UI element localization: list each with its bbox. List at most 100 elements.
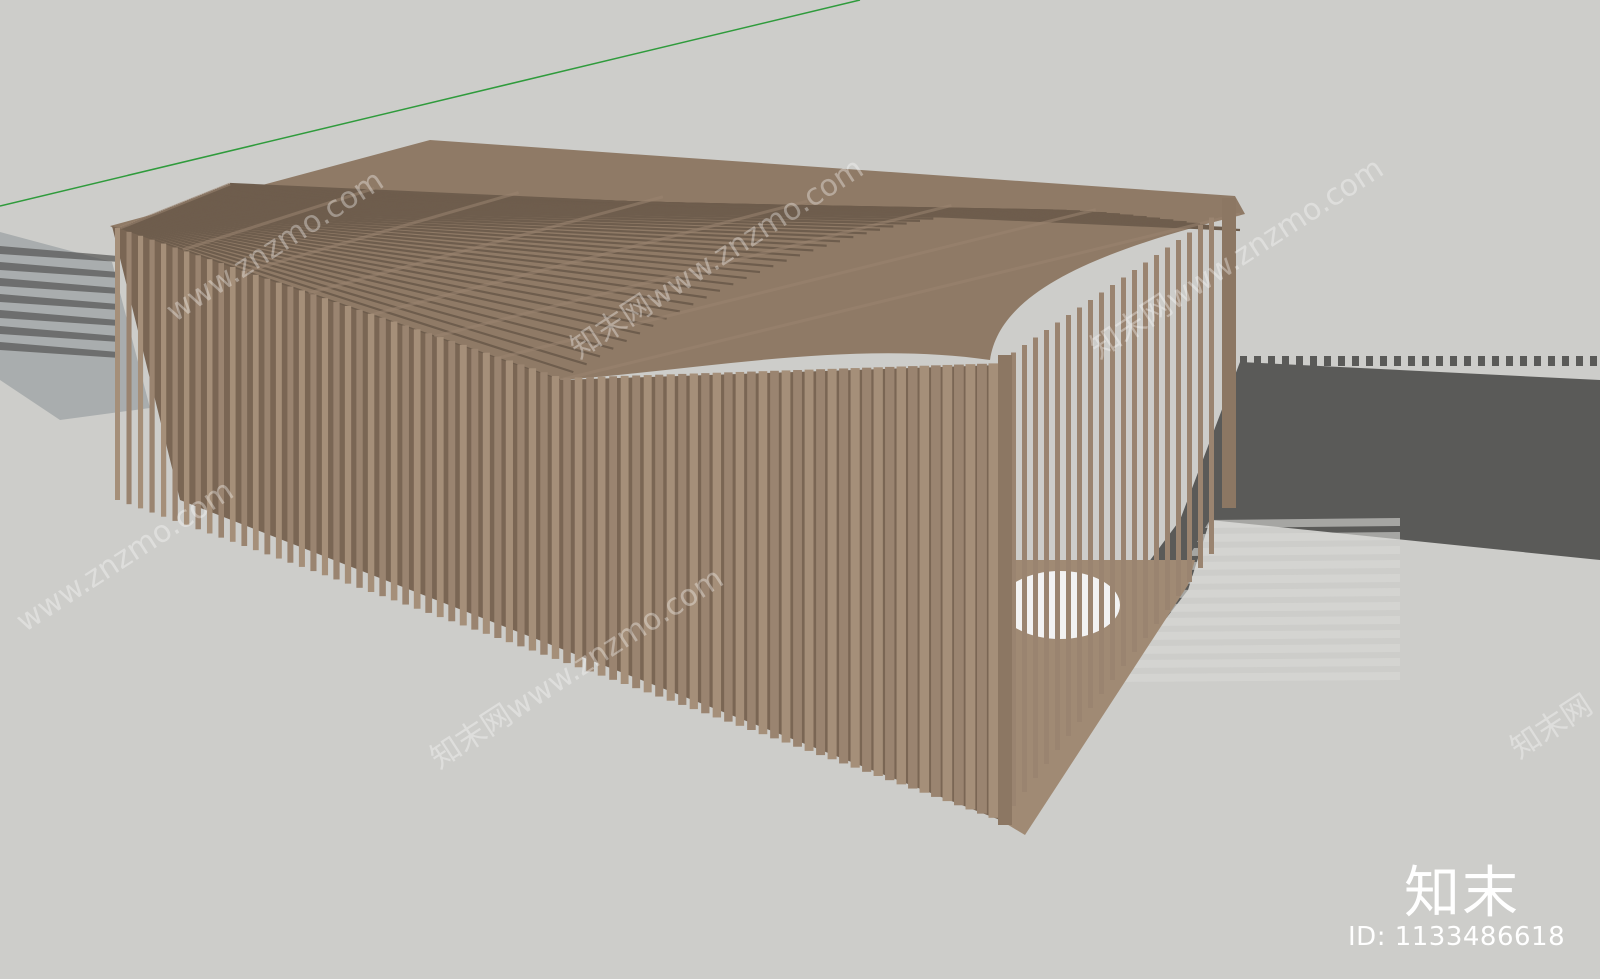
shadow-tooth <box>1562 356 1569 366</box>
front-slat <box>862 367 872 772</box>
front-slat <box>816 369 826 756</box>
front-slat <box>988 363 999 818</box>
front-slat <box>942 364 953 802</box>
shadow-stripe <box>1181 560 1400 570</box>
front-slat <box>666 374 675 701</box>
front-slat <box>827 368 837 760</box>
end-slat <box>1099 292 1104 694</box>
front-slat <box>264 278 271 555</box>
front-slat <box>321 298 329 576</box>
front-slat <box>448 340 456 622</box>
front-slat <box>149 239 155 513</box>
shadow-tooth <box>1548 356 1555 366</box>
end-slat <box>1044 330 1049 764</box>
front-slat <box>413 329 421 609</box>
front-slat <box>310 294 317 572</box>
shadow-stripe <box>1173 574 1400 584</box>
end-slat <box>1088 300 1093 708</box>
front-slat <box>195 255 201 530</box>
shadow-tooth <box>1352 356 1359 366</box>
front-slat <box>620 375 629 684</box>
model-viewport[interactable]: www.znzmo.com 知末网www.znzmo.com 知末网www.zn… <box>0 0 1600 979</box>
front-slat <box>850 368 860 768</box>
end-slat <box>1121 277 1126 666</box>
front-slat <box>333 302 340 580</box>
front-slat <box>356 309 363 588</box>
brand-logo: 知末 <box>1404 861 1520 926</box>
front-slat <box>758 371 768 735</box>
front-slat <box>528 368 537 651</box>
front-slat <box>563 377 571 664</box>
front-slat <box>965 364 976 810</box>
shadow-tooth <box>1520 356 1527 366</box>
front-slat <box>724 372 733 722</box>
front-slat <box>919 365 930 793</box>
front-slat <box>712 372 722 718</box>
end-slat <box>1143 262 1148 638</box>
front-slat <box>229 266 236 542</box>
front-slat <box>126 231 132 505</box>
front-slat <box>770 370 779 739</box>
front-slat <box>160 243 167 517</box>
shadow-stripe <box>1133 644 1400 654</box>
end-slat <box>1033 337 1038 778</box>
shadow-tooth <box>1464 356 1471 366</box>
front-slat <box>241 270 248 546</box>
front-slat <box>931 365 941 797</box>
shadow-tooth <box>1268 356 1275 366</box>
end-slat <box>1165 247 1170 610</box>
shadow-tooth <box>1590 356 1597 366</box>
front-slat <box>402 325 409 605</box>
front-slat <box>206 259 213 534</box>
slatted-pavilion-model <box>110 140 1245 835</box>
end-slat <box>1198 225 1203 568</box>
shadow-stripe <box>1197 532 1400 542</box>
front-slat <box>551 376 560 659</box>
front-slat <box>574 377 583 668</box>
end-slat <box>1187 232 1192 582</box>
shadow-tooth <box>1366 356 1373 366</box>
end-slat <box>1077 307 1082 722</box>
front-slat <box>252 274 259 551</box>
end-slat <box>1154 255 1159 624</box>
shadow-tooth <box>1534 356 1541 366</box>
model-id-label: ID: 1133486618 <box>1348 922 1566 952</box>
front-slat <box>793 370 802 747</box>
front-slat <box>436 337 444 618</box>
front-slat <box>804 369 814 751</box>
shadow-tooth <box>1506 356 1513 366</box>
end-slat <box>1209 217 1214 554</box>
front-slat <box>643 375 652 693</box>
front-slat <box>172 247 178 521</box>
end-slat <box>1066 315 1071 736</box>
front-slat <box>459 344 467 626</box>
shadow-tooth <box>1408 356 1415 366</box>
front-slat <box>873 367 883 776</box>
front-slat <box>494 356 502 638</box>
front-slat <box>115 228 120 500</box>
shadow-tooth <box>1296 356 1303 366</box>
front-slat <box>609 376 618 680</box>
shadow-tooth <box>1450 356 1457 366</box>
end-slat <box>1110 285 1115 680</box>
shadow-stripe <box>1117 672 1400 682</box>
front-slat <box>379 317 386 597</box>
front-slat <box>298 290 305 567</box>
shadow-tooth <box>1254 356 1261 366</box>
front-slat <box>471 348 479 630</box>
shadow-tooth <box>1338 356 1345 366</box>
front-slat <box>954 364 964 806</box>
front-slat <box>218 263 225 538</box>
front-slat <box>482 352 490 634</box>
shadow-stripe <box>1141 630 1400 640</box>
front-slat <box>735 371 745 726</box>
pavilion-scene <box>0 0 1600 835</box>
front-slat <box>689 373 698 710</box>
front-slat <box>344 305 352 584</box>
front-slat <box>597 376 606 676</box>
shadow-tooth <box>1310 356 1317 366</box>
front-slat <box>839 368 849 764</box>
front-slat <box>655 374 664 697</box>
front-slat <box>275 282 282 559</box>
shadow-tooth <box>1394 356 1401 366</box>
